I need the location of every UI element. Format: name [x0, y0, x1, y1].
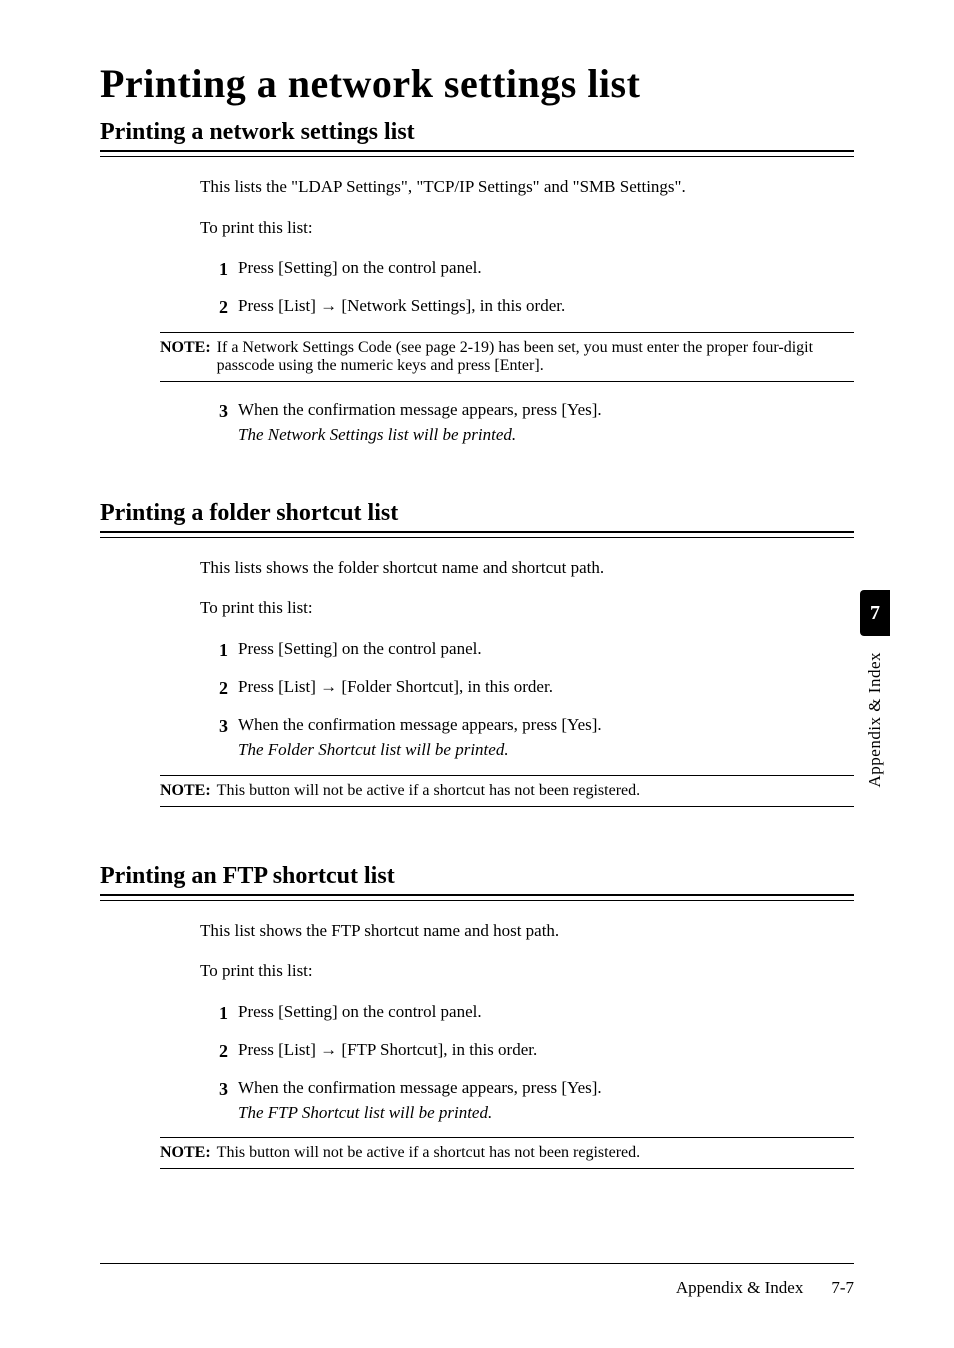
step-result: The Network Settings list will be printe…	[238, 425, 516, 444]
note-text: If a Network Settings Code (see page 2-1…	[217, 339, 854, 375]
step-text: Press [Setting] on the control panel.	[238, 637, 854, 662]
step-num: 2	[200, 675, 228, 701]
step-network-2: 2 Press [List] → [Network Settings], in …	[200, 294, 854, 320]
step-text-line: When the confirmation message appears, p…	[238, 400, 602, 419]
tab-label: Appendix & Index	[865, 652, 885, 787]
tab-chip: 7	[860, 590, 890, 636]
body-network: This lists the "LDAP Settings", "TCP/IP …	[200, 175, 854, 320]
step-num: 2	[200, 294, 228, 320]
step-text: Press [List] → [Folder Shortcut], in thi…	[238, 675, 854, 700]
step-folder-1: 1 Press [Setting] on the control panel.	[200, 637, 854, 663]
intro-network: This lists the "LDAP Settings", "TCP/IP …	[200, 175, 854, 200]
step-text: Press [List] → [Network Settings], in th…	[238, 294, 854, 319]
toprint-ftp: To print this list:	[200, 959, 854, 984]
step-num: 1	[200, 637, 228, 663]
note-text: This button will not be active if a shor…	[217, 782, 854, 800]
step-text-line: When the confirmation message appears, p…	[238, 1078, 602, 1097]
heading-ftp: Printing an FTP shortcut list	[100, 863, 854, 890]
step-text: When the confirmation message appears, p…	[238, 398, 854, 447]
step-text: When the confirmation message appears, p…	[238, 1076, 854, 1125]
page: Printing a network settings list Printin…	[0, 0, 954, 1348]
body-network-after: 3 When the confirmation message appears,…	[200, 398, 854, 447]
step-text: When the confirmation message appears, p…	[238, 713, 854, 762]
rule-folder	[100, 531, 854, 538]
step-text: Press [List] → [FTP Shortcut], in this o…	[238, 1038, 854, 1063]
step-num: 3	[200, 1076, 228, 1102]
rule-ftp	[100, 894, 854, 901]
note-label: NOTE:	[160, 339, 211, 375]
note-network: NOTE: If a Network Settings Code (see pa…	[160, 332, 854, 382]
note-label: NOTE:	[160, 782, 211, 800]
step-num: 1	[200, 256, 228, 282]
step-folder-3: 3 When the confirmation message appears,…	[200, 713, 854, 762]
footer-section: Appendix & Index	[676, 1278, 803, 1298]
body-ftp: This list shows the FTP shortcut name an…	[200, 919, 854, 1126]
step-text: Press [Setting] on the control panel.	[238, 256, 854, 281]
step-ftp-1: 1 Press [Setting] on the control panel.	[200, 1000, 854, 1026]
toprint-folder: To print this list:	[200, 596, 854, 621]
step-num: 3	[200, 713, 228, 739]
step-network-3: 3 When the confirmation message appears,…	[200, 398, 854, 447]
step-network-1: 1 Press [Setting] on the control panel.	[200, 256, 854, 282]
rule-network	[100, 150, 854, 157]
toprint-network: To print this list:	[200, 216, 854, 241]
step-text: Press [Setting] on the control panel.	[238, 1000, 854, 1025]
step-ftp-2: 2 Press [List] → [FTP Shortcut], in this…	[200, 1038, 854, 1064]
step-num: 1	[200, 1000, 228, 1026]
step-result: The Folder Shortcut list will be printed…	[238, 740, 509, 759]
note-folder: NOTE: This button will not be active if …	[160, 775, 854, 807]
body-folder: This lists shows the folder shortcut nam…	[200, 556, 854, 763]
step-result: The FTP Shortcut list will be printed.	[238, 1103, 492, 1122]
footer-page: 7-7	[831, 1278, 854, 1298]
note-text: This button will not be active if a shor…	[217, 1144, 854, 1162]
step-ftp-3: 3 When the confirmation message appears,…	[200, 1076, 854, 1125]
footer: Appendix & Index 7-7	[100, 1263, 854, 1298]
note-ftp: NOTE: This button will not be active if …	[160, 1137, 854, 1169]
page-title: Printing a network settings list	[100, 60, 854, 107]
side-tab: 7 Appendix & Index	[860, 590, 890, 787]
step-num: 2	[200, 1038, 228, 1064]
note-label: NOTE:	[160, 1144, 211, 1162]
step-text-line: When the confirmation message appears, p…	[238, 715, 602, 734]
intro-ftp: This list shows the FTP shortcut name an…	[200, 919, 854, 944]
intro-folder: This lists shows the folder shortcut nam…	[200, 556, 854, 581]
step-folder-2: 2 Press [List] → [Folder Shortcut], in t…	[200, 675, 854, 701]
heading-network: Printing a network settings list	[100, 119, 854, 146]
step-num: 3	[200, 398, 228, 424]
heading-folder: Printing a folder shortcut list	[100, 500, 854, 527]
